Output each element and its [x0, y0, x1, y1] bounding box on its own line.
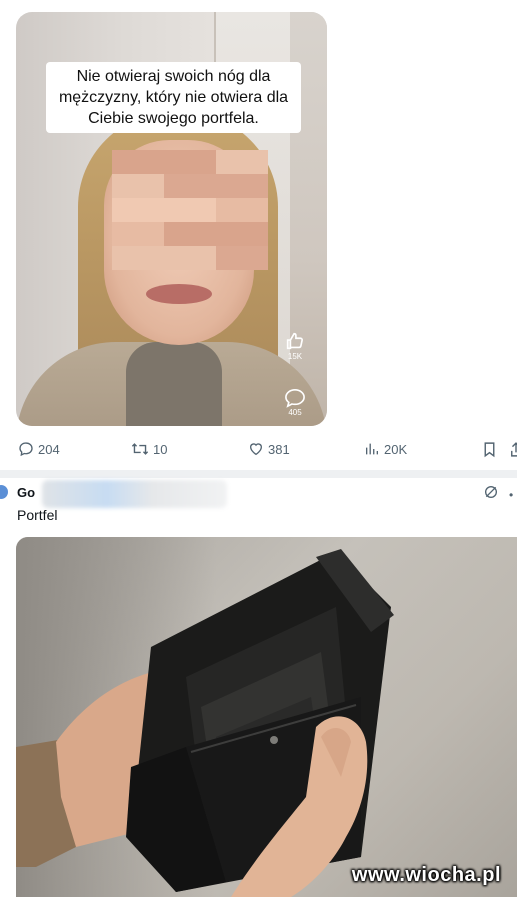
reply-icon	[19, 442, 33, 457]
video-like-button[interactable]: 15K	[281, 330, 309, 361]
bookmark-icon	[484, 442, 495, 458]
pixel-block	[190, 246, 216, 270]
video-comment-button[interactable]: 405	[281, 388, 309, 417]
views-icon	[366, 443, 378, 455]
pixel-block	[164, 246, 190, 270]
more-options-icon[interactable]: •	[509, 488, 513, 502]
pixel-block	[190, 150, 216, 174]
pixel-block	[138, 222, 164, 246]
pixel-block	[164, 174, 190, 198]
pixel-block	[216, 222, 242, 246]
person-lips	[146, 284, 212, 304]
repost-button[interactable]: 10	[131, 441, 167, 457]
video-comment-count: 405	[288, 408, 302, 417]
slashed-circle-icon	[485, 486, 497, 498]
pixel-block	[242, 246, 268, 270]
pixel-block	[242, 198, 268, 222]
pixel-block	[138, 198, 164, 222]
pixel-block	[164, 222, 190, 246]
author-name-blurred	[42, 480, 227, 508]
post-action-bar: 204 10 381 20K	[16, 438, 517, 462]
post-divider	[0, 470, 517, 478]
views-count: 20K	[384, 441, 408, 457]
repost-count: 10	[153, 441, 168, 457]
video-like-count: 15K	[287, 352, 303, 361]
pixel-block	[190, 198, 216, 222]
pixel-block	[216, 198, 242, 222]
author-name[interactable]: Go	[17, 485, 35, 500]
pixel-block	[242, 150, 268, 174]
heart-icon	[249, 443, 263, 456]
pixel-block	[112, 222, 138, 246]
like-button[interactable]: 381	[248, 441, 290, 457]
person-sweater	[126, 342, 222, 426]
pixel-block	[164, 150, 190, 174]
pixel-block	[216, 150, 242, 174]
pixel-block	[112, 198, 138, 222]
pixel-block	[138, 174, 164, 198]
thumbs-up-icon	[286, 332, 303, 350]
post-text: Portfel	[17, 507, 58, 523]
repost-icon	[131, 443, 149, 455]
pixel-block	[138, 150, 164, 174]
pixel-block	[190, 174, 216, 198]
pixel-block	[242, 174, 268, 198]
pixel-block	[164, 198, 190, 222]
pixel-block	[138, 246, 164, 270]
comment-bubble-icon	[285, 388, 305, 408]
reply-button[interactable]: 204	[18, 441, 60, 457]
watermark: www.wiocha.pl	[351, 864, 501, 886]
share-button[interactable]	[510, 441, 517, 458]
pixel-block	[216, 246, 242, 270]
views-button[interactable]: 20K	[364, 441, 407, 457]
empty-wallet-illustration	[16, 549, 394, 897]
video-thumbnail[interactable]: Nie otwieraj swoich nóg dla mężczyzny, k…	[16, 12, 327, 426]
pixel-block	[216, 174, 242, 198]
face-pixelation	[112, 150, 268, 270]
pixel-block	[190, 222, 216, 246]
avatar[interactable]	[0, 485, 8, 499]
pixel-block	[112, 246, 138, 270]
like-count: 381	[268, 441, 290, 457]
bookmark-button[interactable]	[482, 441, 497, 458]
video-caption: Nie otwieraj swoich nóg dla mężczyzny, k…	[46, 62, 301, 133]
share-icon	[511, 442, 517, 457]
pixel-block	[242, 222, 268, 246]
pixel-block	[112, 150, 138, 174]
mute-button[interactable]	[483, 484, 499, 505]
pixel-block	[112, 174, 138, 198]
wallet-photo[interactable]	[16, 537, 517, 897]
reply-count: 204	[38, 441, 60, 457]
